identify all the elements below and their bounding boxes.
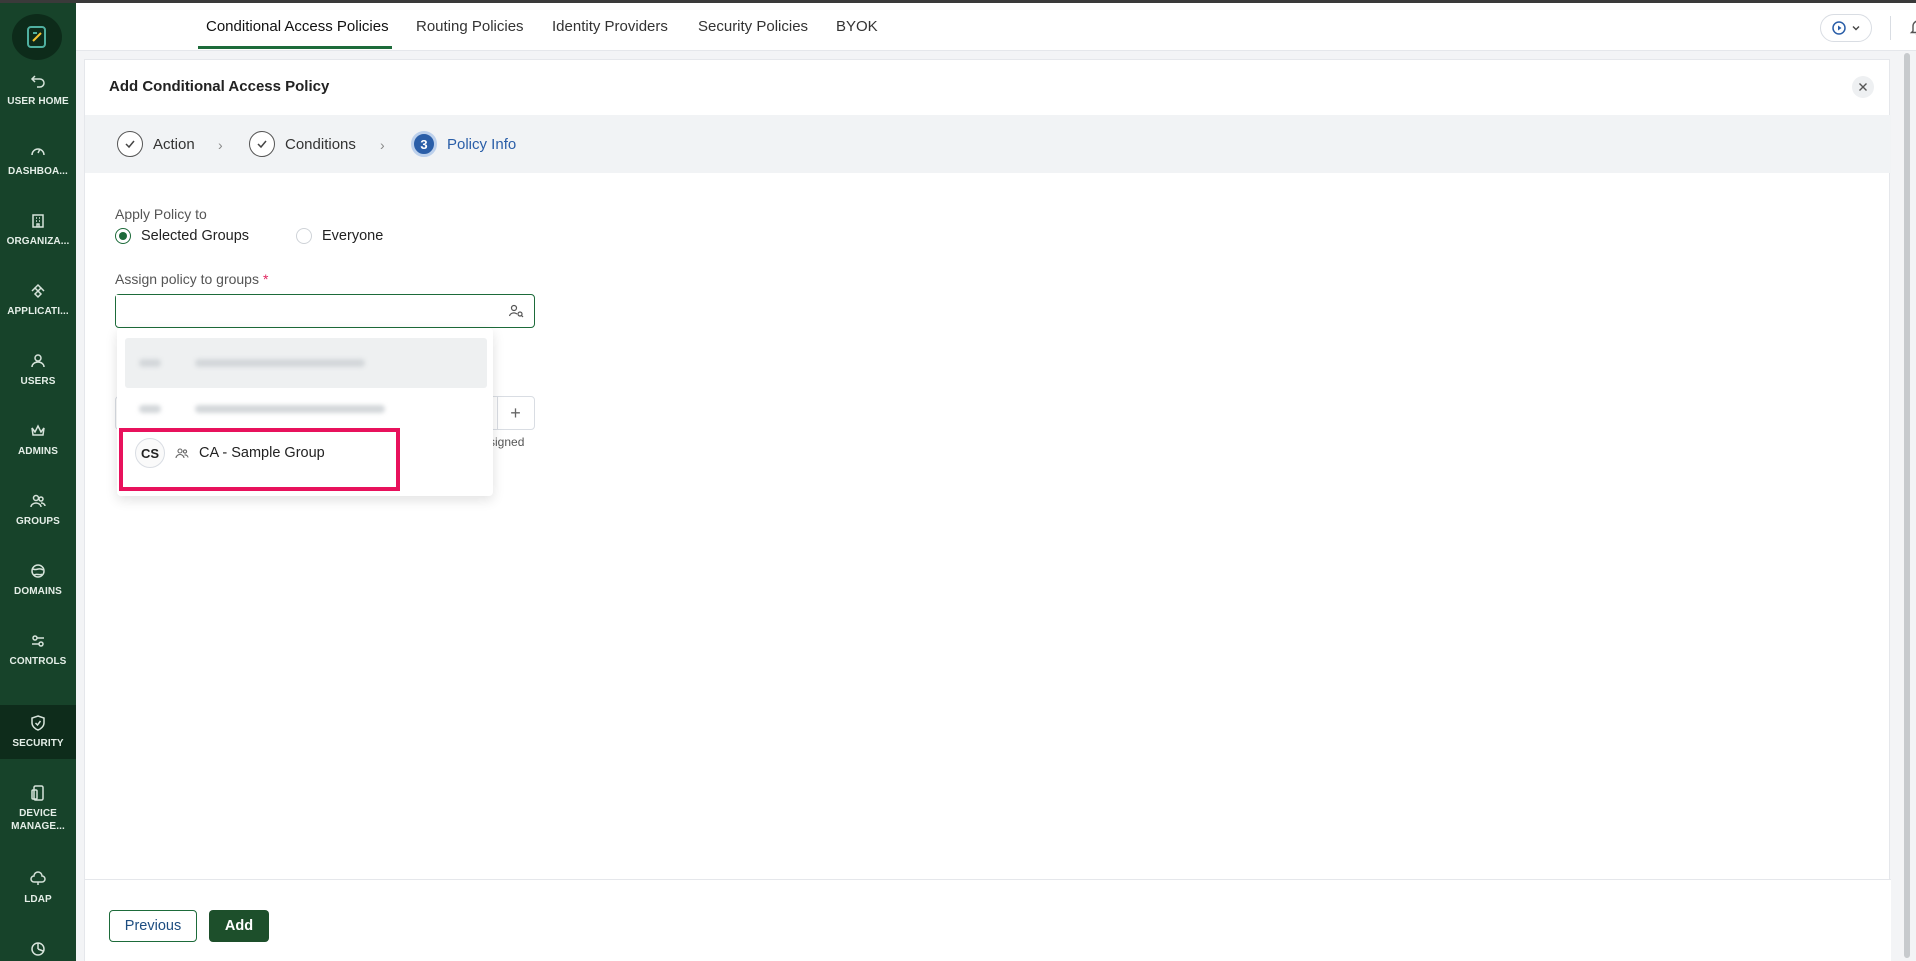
sidebar-item-label: CONTROLS [9,656,67,667]
active-tab-indicator [198,46,392,49]
sidebar-item-security[interactable]: SECURITY [0,705,76,759]
group-search-field[interactable] [115,294,535,328]
sidebar-item-dashboard[interactable]: DASHBOA... [0,133,76,191]
chevron-right-icon: › [380,137,385,153]
sidebar-item-controls[interactable]: CONTROLS [0,623,76,681]
sidebar-item-groups[interactable]: GROUPS [0,483,76,541]
apps-icon [31,283,45,299]
check-circle-icon [249,131,275,157]
radio-everyone[interactable]: Everyone [296,228,383,244]
assign-groups-label: Assign policy to groups * [115,271,268,287]
scrollbar-thumb[interactable] [1904,53,1910,958]
header-divider [1890,16,1891,40]
crown-icon [31,424,45,436]
sidebar-item-label: ORGANIZA... [6,236,70,247]
top-nav: Conditional Access Policies Routing Poli… [76,3,1916,51]
video-tour-dropdown[interactable] [1820,14,1872,42]
tab-security-policies[interactable]: Security Policies [698,3,808,49]
step-label: Conditions [285,135,356,153]
sidebar-item-applications[interactable]: APPLICATI... [0,273,76,331]
assigned-text: signed [489,435,525,449]
radio-dot [115,228,131,244]
sidebar-item-users[interactable]: USERS [0,343,76,401]
radio-dot [296,228,312,244]
dropdown-option-ca-sample-group[interactable]: CS CA - Sample Group [135,434,405,472]
sidebar-item-label: GROUPS [16,516,60,527]
group-initials-avatar: CS [135,438,165,468]
group-dropdown: CS CA - Sample Group [117,328,493,496]
shield-icon [31,715,45,731]
undo-arrow-icon [30,75,45,88]
radio-selected-groups[interactable]: Selected Groups [115,228,249,244]
blurred-option[interactable] [125,338,487,388]
required-asterisk: * [262,271,269,287]
bell-icon[interactable] [1908,17,1916,37]
sidebar-item-device-management[interactable]: DEVICE MANAGE... [0,775,76,845]
apply-policy-label: Apply Policy to [115,206,207,222]
cloud-icon [30,871,46,885]
close-icon [1859,83,1867,91]
sidebar-item-label: DOMAINS [14,586,62,597]
sidebar-item-label: SECURITY [12,738,64,749]
tab-identity-providers[interactable]: Identity Providers [552,3,668,49]
logo-icon [27,26,46,48]
sidebar-item-label: ADMINS [17,446,59,457]
sidebar-item-label: DEVICE MANAGE... [11,808,65,832]
chart-pie-icon [31,942,45,956]
plus-icon: + [510,402,521,423]
step-conditions[interactable]: Conditions [249,131,356,157]
sidebar-item-organization[interactable]: ORGANIZA... [0,203,76,261]
tab-conditional-access-policies[interactable]: Conditional Access Policies [206,3,389,49]
step-label: Policy Info [447,135,517,153]
sidebar-item-domains[interactable]: DOMAINS [0,553,76,611]
user-icon [31,354,45,368]
sidebar-item-label: DASHBOA... [8,166,68,177]
panel-footer: Previous Add [85,879,1891,961]
device-icon [31,785,44,801]
building-icon [32,214,44,228]
app-logo[interactable] [12,14,62,60]
chevron-down-icon [1852,26,1860,31]
sidebar-item-label: USERS [20,376,56,387]
group-name: CA - Sample Group [199,445,325,461]
sidebar-item-admins[interactable]: ADMINS [0,413,76,471]
sidebar-item-label: APPLICATI... [7,306,69,317]
panel-title: Add Conditional Access Policy [109,78,330,95]
step-action[interactable]: Action [117,131,195,157]
globe-icon [31,564,45,578]
assign-groups-label-text: Assign policy to groups [115,271,259,287]
step-policy-info[interactable]: 3 Policy Info [411,131,516,157]
play-circle-icon [1832,21,1846,35]
check-circle-icon [117,131,143,157]
sidebar-item-label: USER HOME [7,96,69,107]
group-search-input[interactable] [116,295,496,325]
wizard-stepper: Action › Conditions › 3 Policy Info [85,115,1891,173]
tab-byok[interactable]: BYOK [836,3,878,49]
group-icon [175,448,189,459]
blurred-option[interactable] [125,388,487,430]
add-policy-panel: Add Conditional Access Policy Action › C… [84,59,1891,961]
sidebar-item-user-home[interactable]: USER HOME [0,63,76,121]
sliders-icon [32,635,44,647]
chevron-right-icon: › [218,137,223,153]
radio-label: Selected Groups [141,228,250,244]
tab-routing-policies[interactable]: Routing Policies [416,3,524,49]
sidebar: USER HOME DASHBOA... ORGANIZA... APPLICA… [0,3,76,961]
radio-label: Everyone [322,228,384,244]
sidebar-item-more[interactable] [0,931,76,961]
sidebar-item-label: LDAP [24,894,52,905]
close-button[interactable] [1852,76,1874,98]
step-label: Action [153,135,195,153]
gauge-icon [31,148,45,156]
group-search-icon [508,304,524,318]
groups-icon [30,494,46,508]
step-number-badge: 3 [411,131,437,157]
add-group-button[interactable]: + [497,397,533,429]
previous-button[interactable]: Previous [109,910,197,942]
add-button[interactable]: Add [209,910,269,942]
sidebar-item-ldap[interactable]: LDAP [0,861,76,919]
